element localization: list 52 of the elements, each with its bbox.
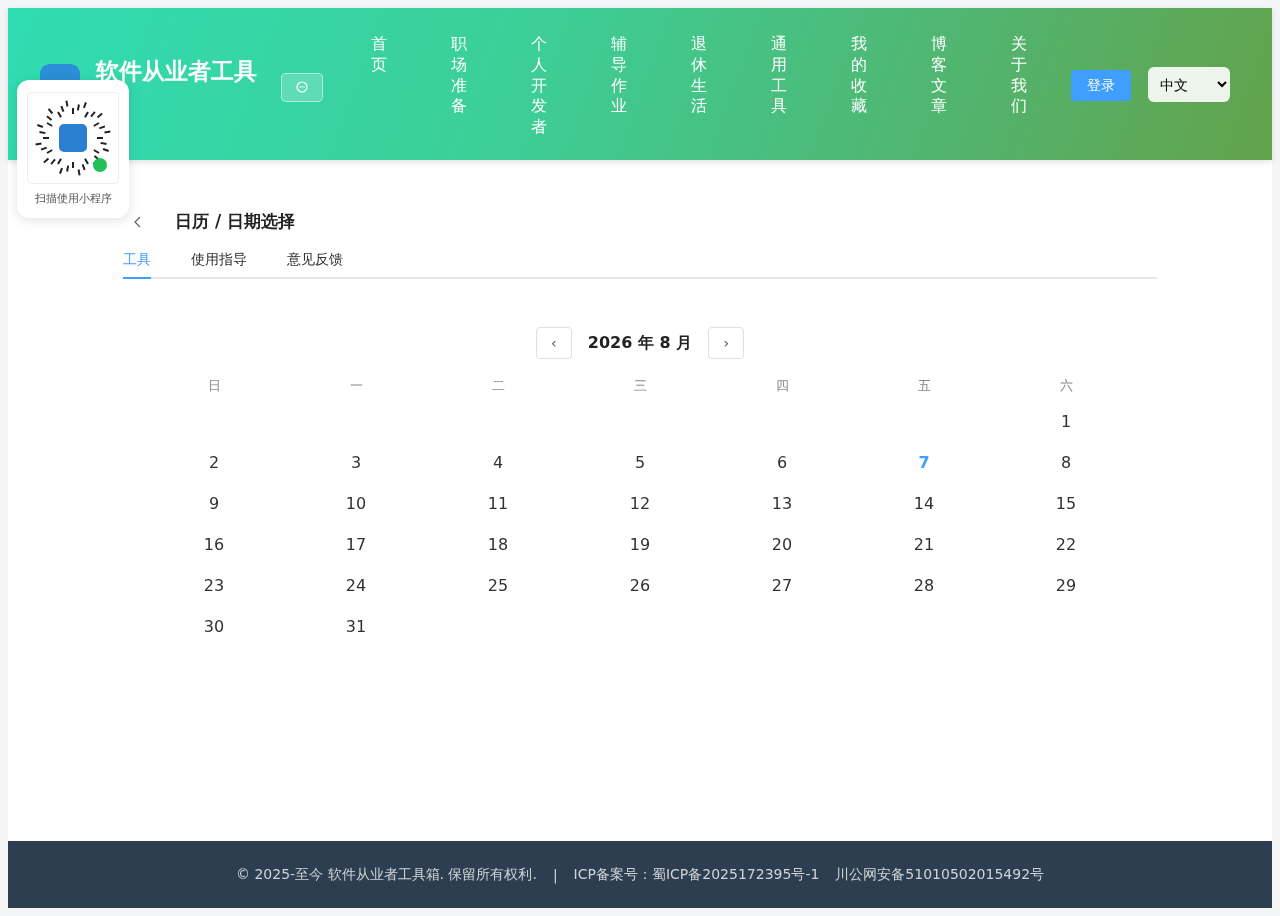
calendar-day[interactable]: 14 [853,483,995,524]
weekday-label: 二 [490,377,506,395]
tab[interactable]: 意见反馈 [287,251,343,279]
weekday-label: 日 [206,377,222,395]
calendar-day[interactable]: 4 [427,442,569,483]
calendar-day[interactable]: 13 [711,483,853,524]
calendar-day[interactable]: 5 [569,442,711,483]
calendar-day[interactable]: 18 [427,524,569,565]
calendar-day[interactable]: 28 [853,565,995,606]
weekday-label: 一 [348,377,364,395]
calendar-day[interactable]: 26 [569,565,711,606]
calendar-day[interactable]: 29 [995,565,1137,606]
calendar-day[interactable]: 6 [711,442,853,483]
calendar-day[interactable]: 17 [285,524,427,565]
language-select[interactable]: 中文 [1148,67,1230,102]
qr-code-icon [27,92,119,184]
previous-month-button[interactable]: ‹ [535,327,572,359]
calendar-day[interactable]: 16 [143,524,285,565]
page-title: 日历 / 日期选择 [175,210,296,233]
calendar-day[interactable]: 2 [143,442,285,483]
calendar-day[interactable]: 21 [853,524,995,565]
next-month-button[interactable]: › [708,327,745,359]
calendar-day[interactable]: 11 [427,483,569,524]
back-icon[interactable] [133,214,143,229]
calendar-day[interactable]: 25 [427,565,569,606]
weekday-label: 四 [774,377,790,395]
calendar-day[interactable]: 1 [995,401,1137,442]
calendar-day[interactable]: 30 [143,606,285,647]
calendar-day[interactable]: 15 [995,483,1137,524]
calendar-day[interactable]: 24 [285,565,427,606]
month-label: 2026 年 8 月 [587,332,693,354]
tab[interactable]: 使用指导 [191,251,247,279]
calendar-day[interactable]: 20 [711,524,853,565]
calendar-day[interactable]: 31 [285,606,427,647]
weekday-label: 三 [632,377,648,395]
weekday-label: 五 [916,377,932,395]
calendar-day[interactable]: 22 [995,524,1137,565]
calendar-day[interactable]: 27 [711,565,853,606]
calendar-day[interactable]: 19 [569,524,711,565]
calendar-day[interactable]: 3 [285,442,427,483]
weekday-label: 六 [1058,377,1074,395]
qr-caption: 扫描使用小程序 [34,191,112,206]
calendar-day[interactable]: 23 [143,565,285,606]
calendar-day[interactable]: 8 [995,442,1137,483]
footer-separator: | [552,866,558,883]
calendar-day[interactable]: 9 [143,483,285,524]
chat-bubble-icon [296,81,308,93]
calendar-day[interactable]: 12 [569,483,711,524]
police-record-link[interactable]: 川公网安备51010502015492号 [835,865,1045,884]
icp-link[interactable]: ICP备案号：蜀ICP备2025172395号-1 [573,865,820,884]
calendar-day[interactable]: 10 [285,483,427,524]
copyright-text: © 2025-至今 软件从业者工具箱. 保留所有权利. [235,865,537,884]
